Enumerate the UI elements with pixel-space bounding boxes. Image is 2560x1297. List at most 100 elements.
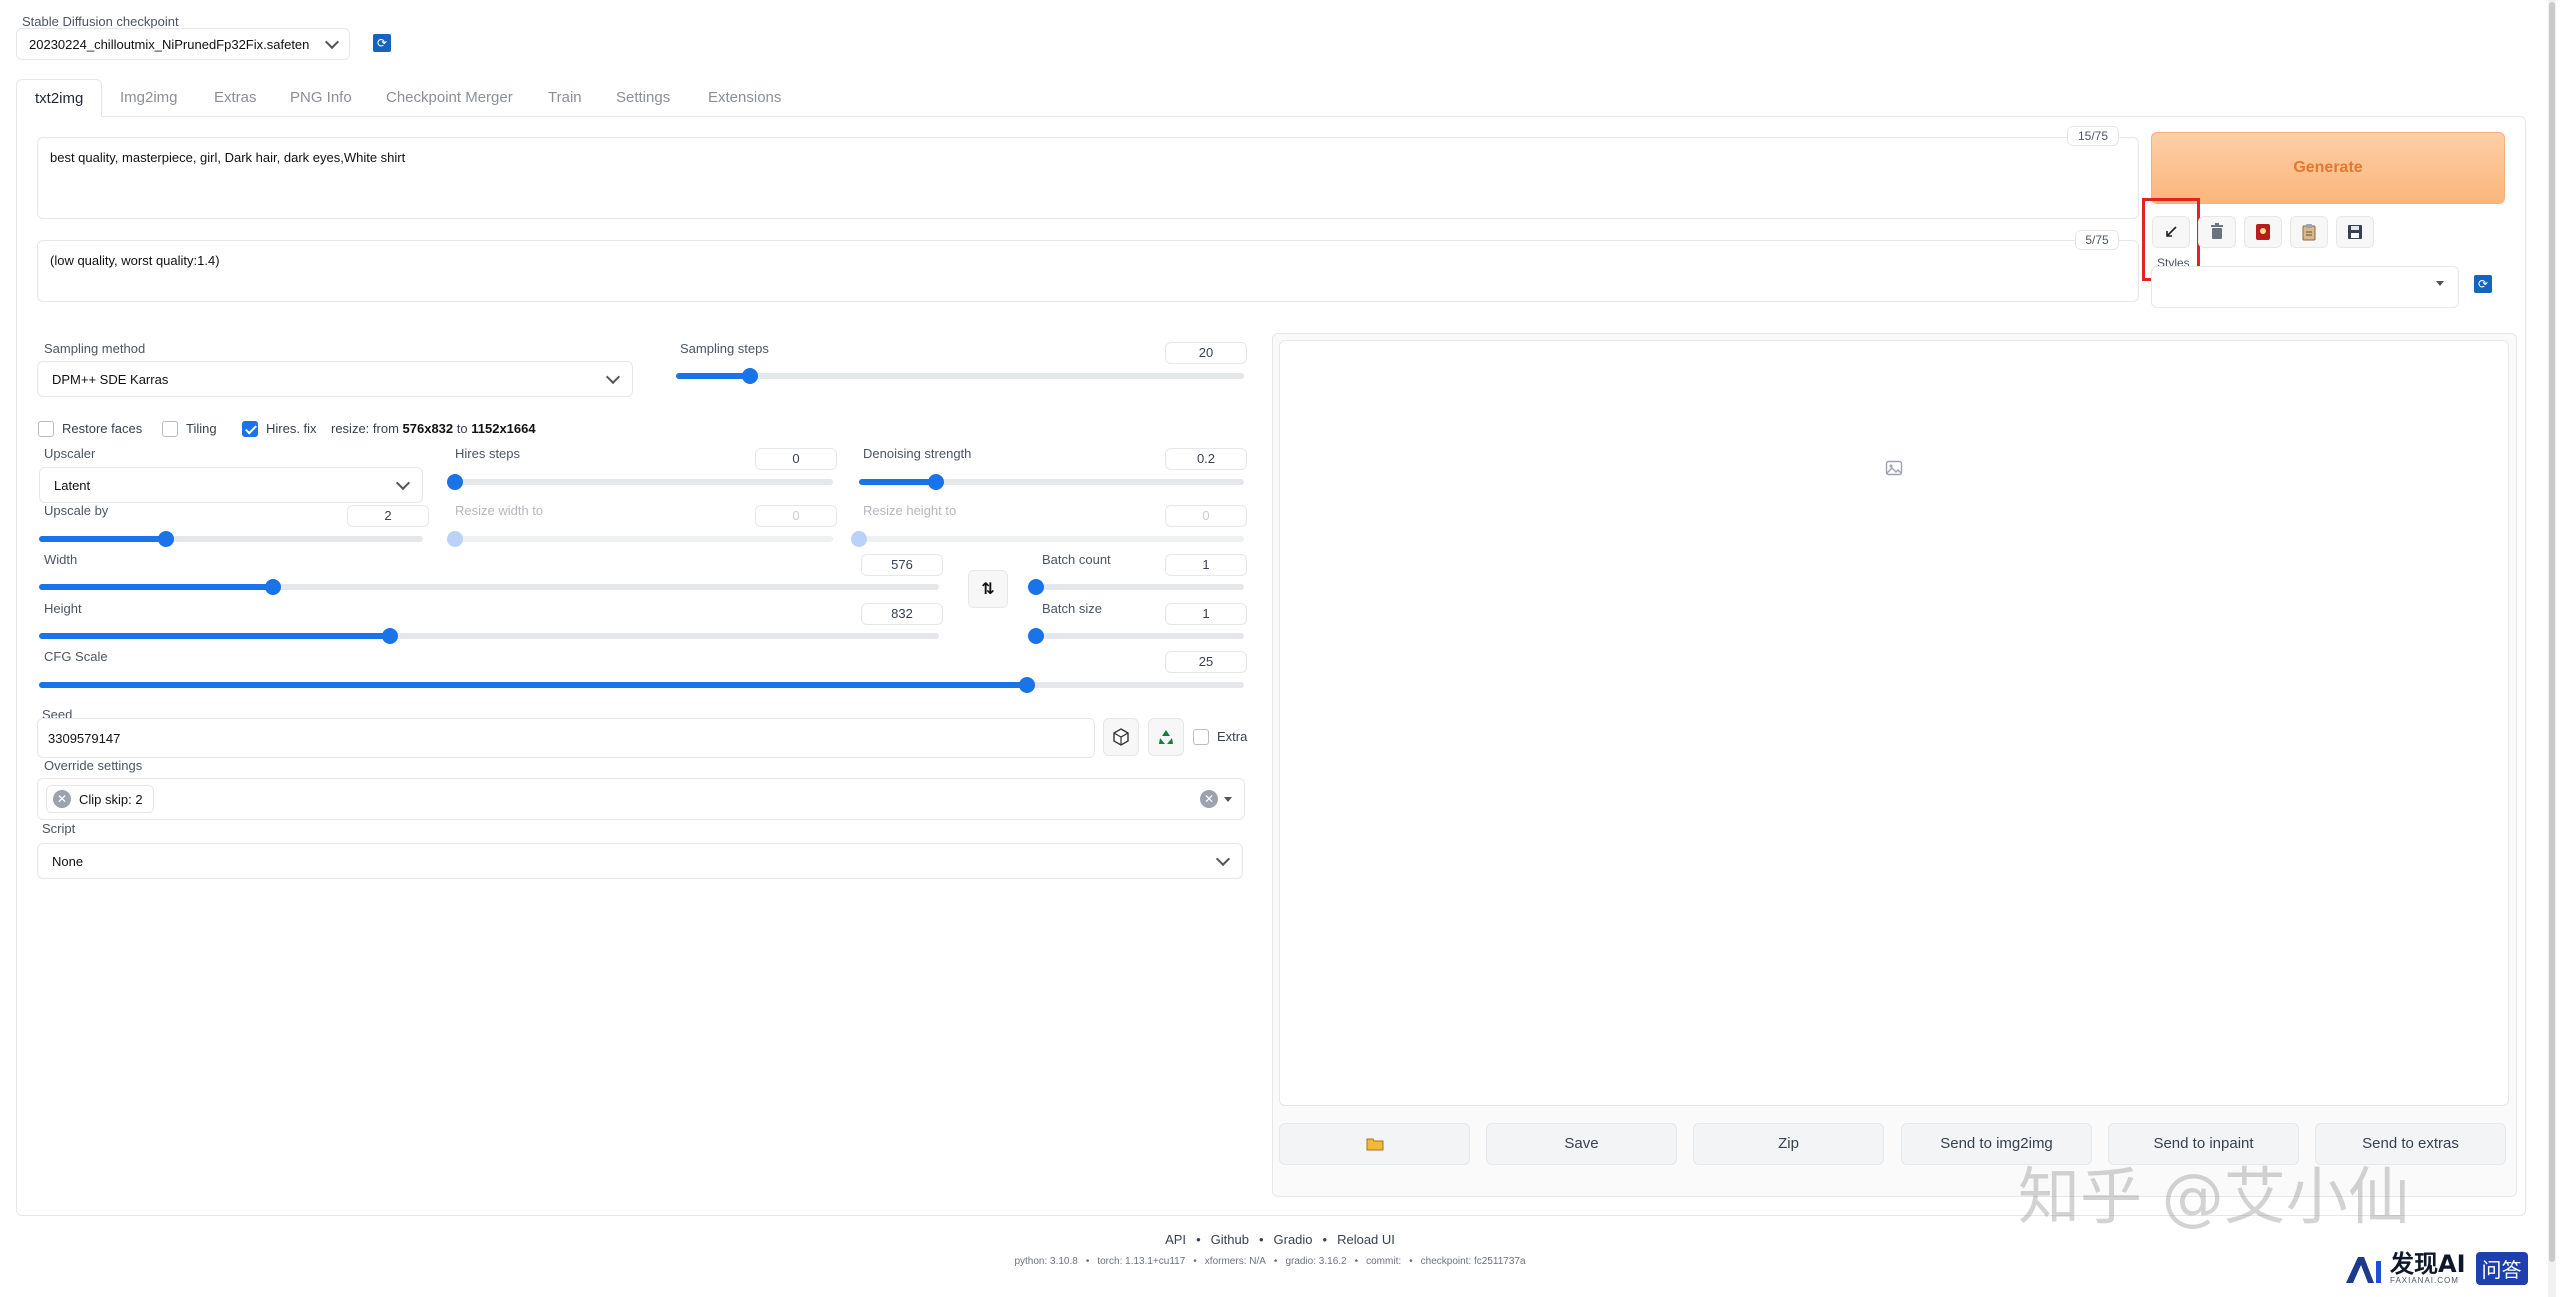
resize-width-number[interactable]: 0 bbox=[755, 505, 837, 527]
width-slider[interactable] bbox=[39, 579, 939, 595]
recycle-icon[interactable] bbox=[1148, 718, 1184, 756]
tab-txt2img[interactable]: txt2img bbox=[16, 79, 103, 117]
override-chip-label: Clip skip: 2 bbox=[79, 791, 143, 807]
hires-fix-checkbox[interactable] bbox=[242, 421, 258, 437]
positive-prompt-input[interactable]: best quality, masterpiece, girl, Dark ha… bbox=[37, 137, 2139, 219]
negative-prompt-text: (low quality, worst quality:1.4) bbox=[50, 253, 220, 268]
checkpoint-dropdown[interactable]: 20230224_chilloutmix_NiPrunedFp32Fix.saf… bbox=[16, 28, 350, 60]
slider-thumb[interactable] bbox=[382, 628, 398, 644]
resize-width-slider[interactable] bbox=[447, 531, 833, 547]
tab-train[interactable]: Train bbox=[530, 79, 600, 117]
height-number[interactable]: 832 bbox=[861, 603, 943, 625]
batch-size-number[interactable]: 1 bbox=[1165, 603, 1247, 625]
script-dropdown[interactable]: None bbox=[37, 843, 1243, 879]
sampling-steps-slider[interactable] bbox=[676, 368, 1244, 384]
denoising-strength-label: Denoising strength bbox=[863, 446, 972, 461]
slider-thumb[interactable] bbox=[928, 474, 944, 490]
height-slider[interactable] bbox=[39, 628, 939, 644]
positive-token-counter: 15/75 bbox=[2067, 126, 2119, 146]
trash-icon[interactable] bbox=[2198, 216, 2236, 248]
denoising-strength-slider[interactable] bbox=[859, 474, 1244, 490]
batch-size-label: Batch size bbox=[1042, 601, 1102, 616]
hires-steps-number[interactable]: 0 bbox=[755, 448, 837, 470]
denoising-strength-number[interactable]: 0.2 bbox=[1165, 448, 1247, 470]
resize-info: resize: from 576x832 to 1152x1664 bbox=[331, 421, 536, 436]
upscale-by-slider[interactable] bbox=[39, 531, 423, 547]
footer-link-reload-ui[interactable]: Reload UI bbox=[1337, 1232, 1395, 1247]
slider-thumb[interactable] bbox=[447, 474, 463, 490]
caret-down-icon[interactable] bbox=[1224, 797, 1232, 802]
footer-versions: python: 3.10.8 • torch: 1.13.1+cu117 • xfo… bbox=[1014, 1256, 1526, 1267]
chevron-down-icon bbox=[605, 369, 621, 385]
clipboard-icon[interactable] bbox=[2290, 216, 2328, 248]
open-folder-button[interactable] bbox=[1279, 1123, 1470, 1165]
tab-img2img[interactable]: Img2img bbox=[102, 79, 196, 117]
cfg-scale-number[interactable]: 25 bbox=[1165, 651, 1247, 673]
footer-link-gradio[interactable]: Gradio bbox=[1274, 1232, 1313, 1247]
slider-thumb[interactable] bbox=[851, 531, 867, 547]
slider-thumb[interactable] bbox=[741, 368, 758, 384]
override-settings-input[interactable]: ✕ Clip skip: 2 ✕ bbox=[37, 778, 1245, 820]
tab-checkpoint-merger[interactable]: Checkpoint Merger bbox=[368, 79, 531, 117]
styles-dropdown[interactable] bbox=[2151, 266, 2459, 308]
generate-button[interactable]: Generate bbox=[2151, 132, 2505, 204]
sampling-method-label: Sampling method bbox=[44, 341, 146, 356]
refresh-styles-icon[interactable]: ⟳ bbox=[2474, 275, 2492, 293]
zip-button[interactable]: Zip bbox=[1693, 1123, 1884, 1165]
tab-extensions[interactable]: Extensions bbox=[690, 79, 799, 117]
image-gallery[interactable] bbox=[1279, 340, 2509, 1106]
negative-prompt-input[interactable]: (low quality, worst quality:1.4) bbox=[37, 240, 2139, 302]
faxianai-logo: 发现AI FAXIANAI.COM 问答 bbox=[2344, 1252, 2528, 1285]
page-scrollbar[interactable] bbox=[2548, 0, 2556, 1297]
batch-count-slider[interactable] bbox=[1028, 579, 1244, 595]
extra-seed-checkbox[interactable] bbox=[1193, 729, 1209, 745]
slider-thumb[interactable] bbox=[265, 579, 281, 595]
cfg-scale-slider[interactable] bbox=[39, 677, 1244, 693]
slider-thumb[interactable] bbox=[447, 531, 463, 547]
image-placeholder-icon bbox=[1885, 460, 1903, 476]
seed-input[interactable]: 3309579147 bbox=[37, 718, 1095, 758]
resize-height-slider[interactable] bbox=[851, 531, 1244, 547]
upscale-by-number[interactable]: 2 bbox=[347, 505, 429, 527]
hires-steps-slider[interactable] bbox=[447, 474, 833, 490]
card-icon[interactable] bbox=[2244, 216, 2282, 248]
height-label: Height bbox=[44, 601, 82, 616]
footer-link-github[interactable]: Github bbox=[1211, 1232, 1249, 1247]
restore-faces-checkbox[interactable] bbox=[38, 421, 54, 437]
batch-count-label: Batch count bbox=[1042, 552, 1111, 567]
tab-settings[interactable]: Settings bbox=[598, 79, 688, 117]
batch-count-number[interactable]: 1 bbox=[1165, 554, 1247, 576]
upscaler-dropdown[interactable]: Latent bbox=[39, 467, 423, 503]
save-button[interactable]: Save bbox=[1486, 1123, 1677, 1165]
dice-icon[interactable] bbox=[1103, 718, 1139, 756]
tab-png-info[interactable]: PNG Info bbox=[272, 79, 370, 117]
sampling-method-dropdown[interactable]: DPM++ SDE Karras bbox=[37, 361, 633, 397]
remove-chip-icon[interactable]: ✕ bbox=[53, 790, 71, 808]
save-icon[interactable] bbox=[2336, 216, 2374, 248]
refresh-checkpoint-icon[interactable]: ⟳ bbox=[373, 34, 391, 52]
override-chip[interactable]: ✕ Clip skip: 2 bbox=[46, 785, 154, 813]
slider-thumb[interactable] bbox=[157, 531, 174, 547]
slider-thumb[interactable] bbox=[1019, 677, 1036, 693]
faxianai-logo-icon bbox=[2346, 1256, 2381, 1283]
script-label: Script bbox=[42, 821, 76, 836]
swap-dimensions-icon[interactable]: ⇅ bbox=[968, 570, 1008, 608]
batch-size-slider[interactable] bbox=[1028, 628, 1244, 644]
footer-links: API • Github • Gradio • Reload UI bbox=[1165, 1232, 1395, 1247]
caret-down-icon bbox=[2436, 281, 2444, 286]
tab-extras[interactable]: Extras bbox=[196, 79, 275, 117]
upscaler-value: Latent bbox=[54, 477, 91, 493]
scrollbar-thumb[interactable] bbox=[2549, 2, 2555, 1262]
resize-height-number[interactable]: 0 bbox=[1165, 505, 1247, 527]
footer-link-api[interactable]: API bbox=[1165, 1232, 1186, 1247]
resize-width-label: Resize width to bbox=[455, 503, 544, 518]
sampling-steps-number[interactable]: 20 bbox=[1165, 342, 1247, 364]
extra-seed-label: Extra bbox=[1217, 729, 1248, 744]
width-number[interactable]: 576 bbox=[861, 554, 943, 576]
clear-all-icon[interactable]: ✕ bbox=[1200, 790, 1218, 808]
tiling-checkbox[interactable] bbox=[162, 421, 178, 437]
slider-thumb[interactable] bbox=[1028, 628, 1044, 644]
upscale-by-label: Upscale by bbox=[44, 503, 109, 518]
slider-thumb[interactable] bbox=[1028, 579, 1044, 595]
negative-token-counter: 5/75 bbox=[2075, 230, 2119, 250]
